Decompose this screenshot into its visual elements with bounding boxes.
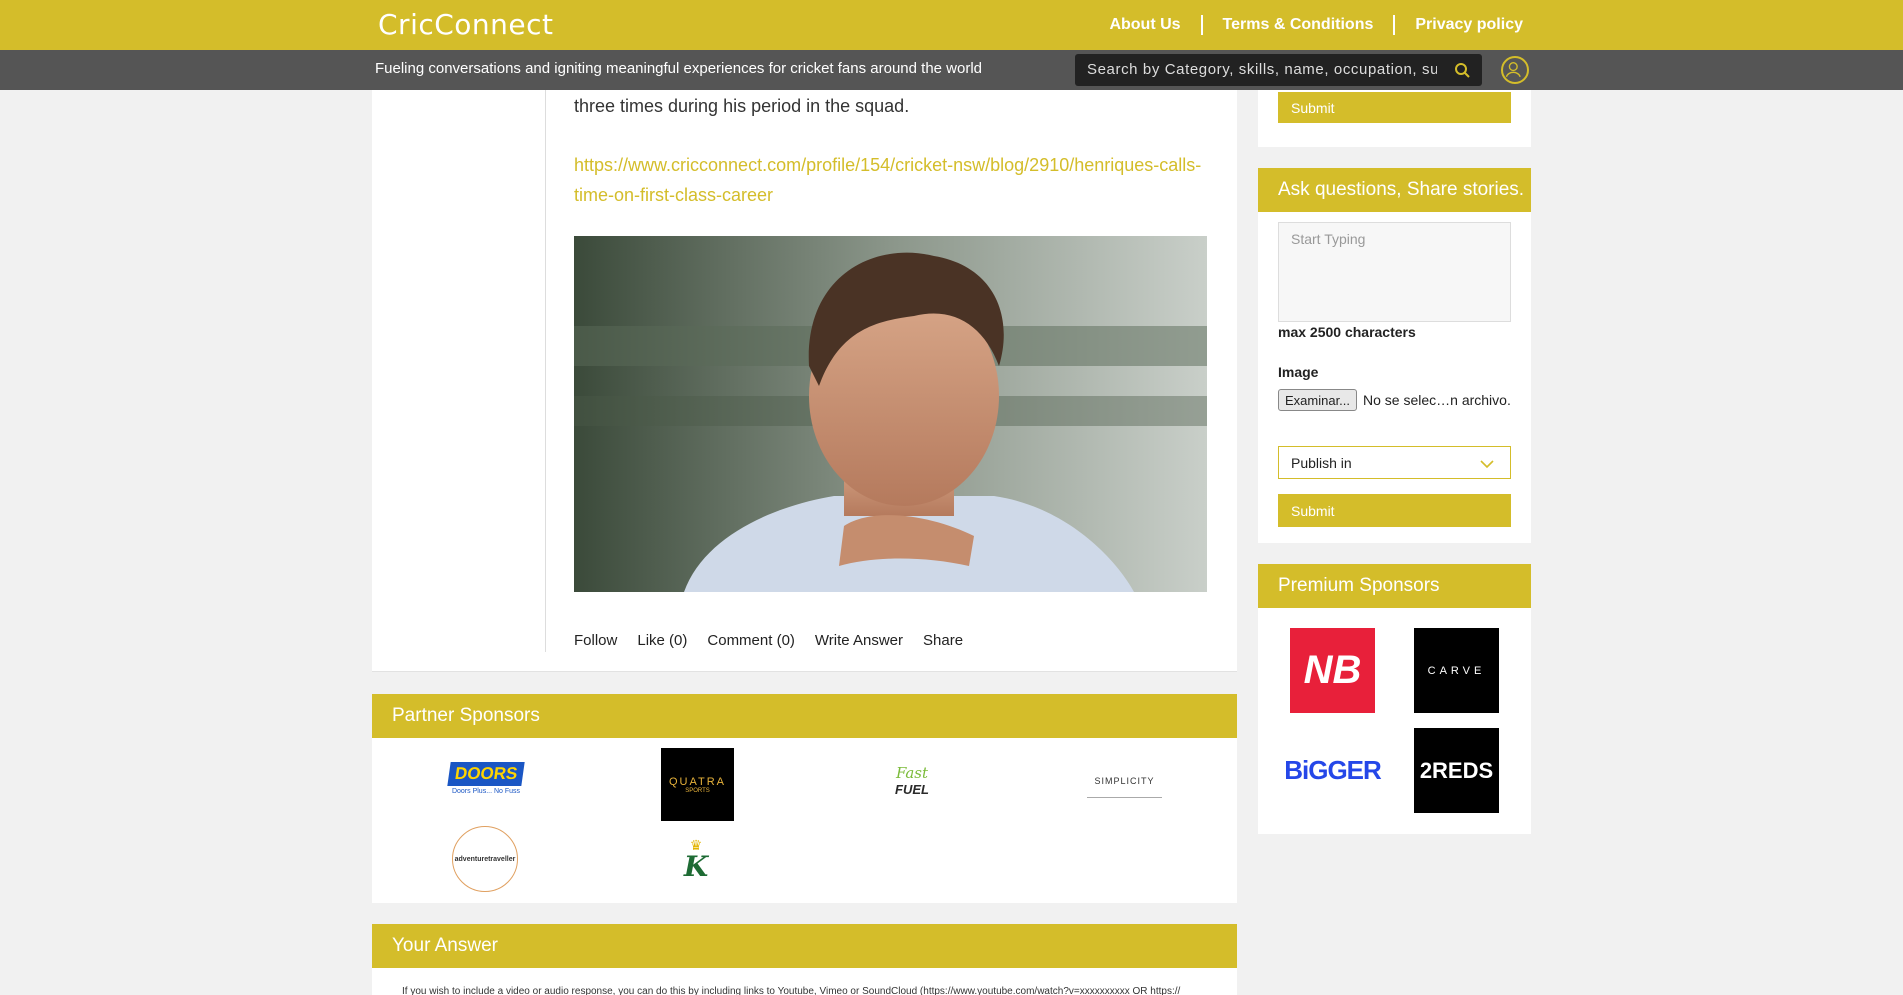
file-browse-button[interactable]: Examinar... (1278, 389, 1357, 411)
file-status: No se selec…n archivo. (1363, 392, 1511, 408)
quatra-logo-text: QUATRA (668, 775, 727, 788)
post-image (574, 236, 1207, 592)
publish-in-select[interactable]: Publish in (1278, 446, 1511, 479)
image-label: Image (1278, 364, 1319, 380)
bigger-logo-text: BiGGER (1284, 755, 1382, 785)
sponsor-quatra[interactable]: QUATRA SPORTS (661, 748, 734, 821)
fastfuel-logo-2: FUEL (895, 781, 929, 797)
top-nav: About Us Terms & Conditions Privacy poli… (1109, 15, 1523, 35)
simplicity-logo-text: SIMPLICITY (1094, 775, 1155, 786)
nav-terms[interactable]: Terms & Conditions (1223, 16, 1374, 34)
nb-logo-text: NB (1303, 648, 1362, 692)
sponsor-k[interactable]: ♛ K (666, 832, 726, 884)
ask-panel: Ask questions, Share stories. Start Typi… (1258, 168, 1531, 543)
post-link[interactable]: https://www.cricconnect.com/profile/154/… (574, 150, 1204, 210)
share-button[interactable]: Share (923, 632, 963, 649)
your-answer-panel: Your Answer If you wish to include a vid… (372, 924, 1237, 995)
sponsor-bigger[interactable]: BiGGER (1284, 728, 1382, 813)
publish-in-value: Publish in (1291, 454, 1352, 471)
partner-sponsors-panel: Partner Sponsors DOORS Doors Plus... No … (372, 694, 1237, 903)
site-logo[interactable]: CricConnect (378, 8, 554, 41)
post-divider (545, 90, 546, 652)
your-answer-note: If you wish to include a video or audio … (402, 986, 1181, 995)
search-icon[interactable] (1454, 62, 1470, 78)
nav-privacy[interactable]: Privacy policy (1415, 16, 1523, 34)
right-top-card: Submit (1258, 90, 1531, 147)
partner-sponsors-title: Partner Sponsors (372, 694, 1237, 738)
top-bar: CricConnect About Us Terms & Conditions … (0, 0, 1903, 50)
post-actions: Follow Like (0) Comment (0) Write Answer… (574, 632, 963, 649)
carve-logo-text: CARVE (1427, 664, 1486, 677)
doors-logo-tag: Doors Plus... No Fuss (451, 787, 521, 795)
user-avatar-icon[interactable] (1501, 56, 1529, 84)
doors-logo-text: DOORS (447, 761, 525, 786)
sponsor-doors-plus[interactable]: DOORS Doors Plus... No Fuss (446, 754, 526, 802)
sponsor-2reds[interactable]: 2REDS (1414, 728, 1499, 813)
2reds-logo-text: 2REDS (1419, 757, 1494, 783)
tagline: Fueling conversations and igniting meani… (375, 60, 983, 77)
ask-title: Ask questions, Share stories. (1258, 168, 1531, 212)
nav-separator (1393, 15, 1396, 35)
adventure-logo-text: adventuretraveller (454, 855, 516, 863)
story-textarea[interactable]: Start Typing (1278, 222, 1511, 322)
sponsor-carve[interactable]: CARVE (1414, 628, 1499, 713)
chevron-down-icon (1480, 460, 1494, 469)
your-answer-title: Your Answer (372, 924, 1237, 968)
write-answer-button[interactable]: Write Answer (815, 632, 903, 649)
sponsor-adventure-traveller[interactable]: adventuretraveller (452, 826, 518, 892)
post-text: three times during his period in the squ… (574, 96, 910, 116)
follow-button[interactable]: Follow (574, 632, 617, 649)
fastfuel-logo-1: Fast (895, 763, 929, 782)
nav-about-us[interactable]: About Us (1109, 16, 1180, 34)
sponsor-fast-fuel[interactable]: Fast FUEL (877, 758, 947, 802)
submit-button[interactable]: Submit (1278, 494, 1511, 527)
sponsor-simplicity[interactable]: SIMPLICITY (1087, 764, 1162, 798)
comment-button[interactable]: Comment (0) (707, 632, 795, 649)
sponsor-new-balance[interactable]: NB (1290, 628, 1375, 713)
submit-button-top[interactable]: Submit (1278, 92, 1511, 123)
search-input[interactable]: Search by Category, skills, name, occupa… (1087, 61, 1437, 78)
quatra-logo-sub: SPORTS (685, 787, 710, 794)
nav-separator (1200, 15, 1203, 35)
premium-sponsors-title: Premium Sponsors (1258, 564, 1531, 608)
k-logo-text: K (683, 849, 709, 883)
post-photo (574, 236, 1207, 592)
sub-header: Fueling conversations and igniting meani… (0, 50, 1903, 90)
search-bar[interactable]: Search by Category, skills, name, occupa… (1075, 54, 1482, 86)
max-chars-label: max 2500 characters (1278, 324, 1416, 340)
like-button[interactable]: Like (0) (637, 632, 687, 649)
premium-sponsors-panel: Premium Sponsors NB CARVE BiGGER 2REDS (1258, 564, 1531, 834)
